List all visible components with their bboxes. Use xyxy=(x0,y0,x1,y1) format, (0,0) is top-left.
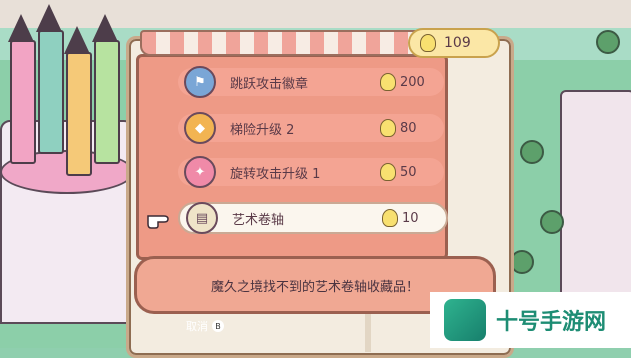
lightbulb-icon xyxy=(380,163,396,181)
pencil-tower xyxy=(10,40,36,164)
cost-value: 10 xyxy=(402,210,419,226)
upgrade-cost: 10 xyxy=(382,209,419,227)
site-watermark: 十号手游网 xyxy=(430,292,631,348)
pencil-tip xyxy=(8,14,34,42)
lightbulb-icon xyxy=(380,73,396,91)
upgrade-name: 旋转攻击升级 1 xyxy=(230,166,321,182)
upgrade-cost: 50 xyxy=(380,163,417,181)
upgrade-name: 梯险升级 2 xyxy=(230,122,295,138)
upgrade-item-jump-badge[interactable]: ⚑ 跳跃攻击徽章 200 xyxy=(178,66,444,98)
cost-value: 50 xyxy=(400,164,417,180)
pencil-tower xyxy=(94,40,120,164)
shop-awning xyxy=(140,30,434,56)
upgrade-item-art-scroll[interactable]: ▤ 艺术卷轴 10 xyxy=(178,202,448,234)
upgrade-name: 跳跃攻击徽章 xyxy=(230,76,309,92)
cancel-prompt[interactable]: 取消 B xyxy=(186,318,224,334)
tree xyxy=(540,210,564,234)
pencil-tower xyxy=(66,52,92,176)
pencil-tip xyxy=(36,4,62,32)
tree xyxy=(520,140,544,164)
scroll-icon: ▤ xyxy=(186,202,218,234)
tree xyxy=(596,30,620,54)
lightbulb-icon xyxy=(380,119,396,137)
cost-value: 200 xyxy=(400,74,425,90)
upgrade-item-spin-attack[interactable]: ✦ 旋转攻击升级 1 50 xyxy=(178,156,444,188)
currency-value: 109 xyxy=(444,35,471,51)
pencil-tower xyxy=(38,30,64,154)
pointing-hand-icon xyxy=(147,215,169,229)
spin-icon: ✦ xyxy=(184,156,216,188)
upgrade-cost: 80 xyxy=(380,119,417,137)
cost-value: 80 xyxy=(400,120,417,136)
pencil-tip xyxy=(64,26,90,54)
badge-icon: ⚑ xyxy=(184,66,216,98)
right-building xyxy=(560,90,631,314)
site-name: 十号手游网 xyxy=(496,310,607,335)
b-button-icon: B xyxy=(212,320,224,332)
currency-counter: 109 xyxy=(408,28,500,58)
shield-icon: ◆ xyxy=(184,112,216,144)
lightbulb-icon xyxy=(420,34,436,52)
lightbulb-icon xyxy=(382,209,398,227)
upgrade-cost: 200 xyxy=(380,73,425,91)
upgrade-name: 艺术卷轴 xyxy=(232,212,285,228)
pencil-tip xyxy=(92,14,118,42)
cancel-label: 取消 xyxy=(186,320,208,333)
upgrade-item-shield[interactable]: ◆ 梯险升级 2 80 xyxy=(178,112,444,144)
item-description: 魔久之境找不到的艺术卷轴收藏品！ xyxy=(210,279,419,295)
site-logo-icon xyxy=(444,299,486,341)
